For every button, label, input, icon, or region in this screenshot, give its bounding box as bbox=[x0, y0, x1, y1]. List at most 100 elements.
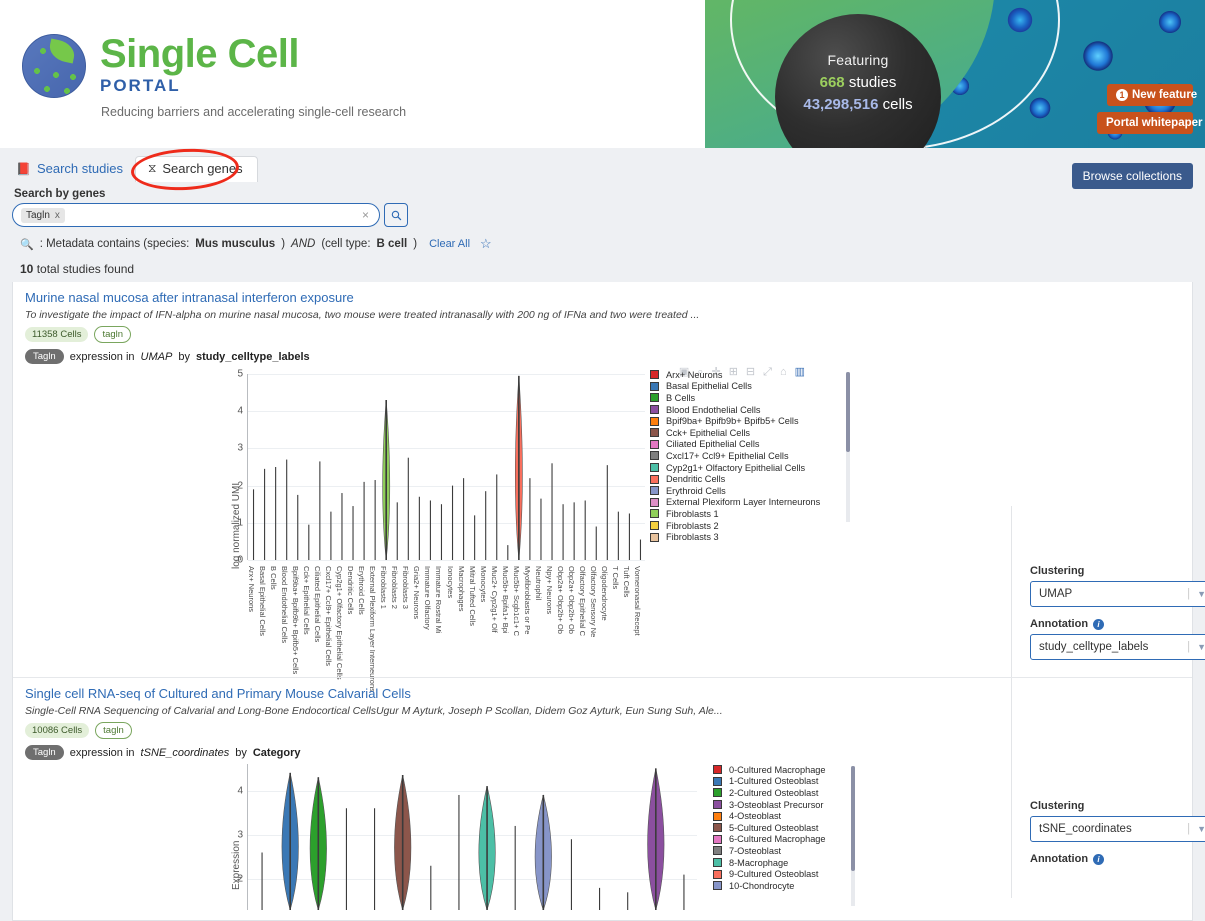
legend-item[interactable]: Bpif9ba+ Bpifb9b+ Bpifb5+ Cells bbox=[650, 415, 850, 427]
tab-search-genes[interactable]: ⧖ Search genes bbox=[134, 156, 258, 182]
filter-celltype-prefix: (cell type: bbox=[321, 238, 371, 250]
x-tick-label: Fibroblasts 3 bbox=[401, 566, 411, 609]
cells-count: 43,298,516 bbox=[803, 96, 879, 113]
legend-item[interactable]: Cck+ Epithelial Cells bbox=[650, 427, 850, 439]
gene-chip-remove-icon[interactable]: x bbox=[55, 210, 60, 221]
browse-collections-button[interactable]: Browse collections bbox=[1071, 163, 1193, 189]
legend-item[interactable]: Fibroblasts 3 bbox=[650, 531, 850, 543]
legend-label: 2-Cultured Osteoblast bbox=[729, 787, 819, 798]
plot1-legend-scroll-thumb[interactable] bbox=[846, 372, 850, 452]
tab-search-genes-label: Search genes bbox=[162, 161, 243, 176]
legend-item[interactable]: Fibroblasts 2 bbox=[650, 520, 850, 532]
legend-label: External Plexiform Layer Interneurons bbox=[666, 497, 821, 508]
new-feature-button[interactable]: 1 New feature bbox=[1107, 84, 1197, 107]
study-title[interactable]: Murine nasal mucosa after intranasal int… bbox=[25, 290, 1180, 305]
hero-banner: Single Cell PORTAL Reducing barriers and… bbox=[0, 0, 1205, 148]
info-icon[interactable]: i bbox=[1093, 853, 1105, 865]
star-outline-icon[interactable]: ☆ bbox=[480, 236, 492, 252]
legend-label: Ciliated Epithelial Cells bbox=[666, 439, 760, 450]
x-tick-label: Olfactory Sensory Ne bbox=[589, 566, 599, 638]
legend-item[interactable]: 6-Cultured Macrophage bbox=[713, 834, 913, 846]
submit-search-button[interactable] bbox=[384, 203, 408, 227]
legend-label: Basal Epithelial Cells bbox=[666, 381, 752, 392]
annotation-value: study_celltype_labels bbox=[1039, 641, 1149, 653]
legend-item[interactable]: 2-Cultured Osteoblast bbox=[713, 787, 913, 799]
clustering-select[interactable]: tSNE_coordinates | ▼ bbox=[1030, 816, 1205, 842]
portal-whitepaper-button[interactable]: Portal whitepaper bbox=[1097, 112, 1203, 135]
x-tick-label: Muc5b+ Bpifa1+ Bpi bbox=[500, 566, 510, 634]
legend-label: 0-Cultured Macrophage bbox=[729, 764, 826, 775]
search-row: Tagln x × bbox=[12, 203, 1193, 227]
legend-item[interactable]: 7-Osteoblast bbox=[713, 845, 913, 857]
results-count-label: total studies found bbox=[36, 262, 135, 276]
clustering-select[interactable]: UMAP | ▼ bbox=[1030, 581, 1205, 607]
legend-item[interactable]: External Plexiform Layer Interneurons bbox=[650, 497, 850, 509]
legend-item[interactable]: 8-Macrophage bbox=[713, 857, 913, 869]
legend-label: 10-Chondrocyte bbox=[729, 880, 795, 891]
legend-label: Blood Endothelial Cells bbox=[666, 404, 761, 415]
legend-item[interactable]: Cxcl17+ Ccl9+ Epithelial Cells bbox=[650, 450, 850, 462]
clear-all-button[interactable]: Clear All bbox=[429, 238, 470, 250]
legend-item[interactable]: Blood Endothelial Cells bbox=[650, 404, 850, 416]
chevron-down-icon: ▼ bbox=[1197, 642, 1205, 652]
legend-item[interactable]: 10-Chondrocyte bbox=[713, 880, 913, 892]
tab-search-studies[interactable]: 📕 Search studies bbox=[12, 157, 135, 182]
gene-chip-label: Tagln bbox=[26, 209, 50, 221]
x-tick-label: Immature Olfactory bbox=[423, 566, 433, 630]
legend-label: Cyp2g1+ Olfactory Epithelial Cells bbox=[666, 462, 806, 473]
filter-search-icon: 🔍 bbox=[20, 238, 34, 251]
legend-color-swatch bbox=[650, 486, 659, 496]
gene-chip[interactable]: Tagln x bbox=[21, 207, 65, 223]
x-tick-label: Basal Epithelial Cells bbox=[257, 566, 267, 637]
search-by-genes-label: Search by genes bbox=[14, 188, 106, 200]
filter-paren-1: ) bbox=[281, 238, 286, 250]
annotation-label: Annotation i bbox=[1030, 618, 1205, 630]
study-description: To investigate the impact of IFN-alpha o… bbox=[25, 309, 700, 321]
annotation-label: Annotation i bbox=[1030, 853, 1205, 865]
info-icon[interactable]: i bbox=[1093, 618, 1105, 630]
legend-item[interactable]: B Cells bbox=[650, 392, 850, 404]
legend-color-swatch bbox=[713, 788, 722, 798]
legend-label: Erythroid Cells bbox=[666, 485, 726, 496]
legend-item[interactable]: Dendritic Cells bbox=[650, 473, 850, 485]
x-tick-label: Fibroblasts 1 bbox=[379, 566, 389, 609]
legend-item[interactable]: Ciliated Epithelial Cells bbox=[650, 439, 850, 451]
legend-item[interactable]: Arx+ Neurons bbox=[650, 369, 850, 381]
site-logo[interactable]: Single Cell PORTAL Reducing barriers and… bbox=[22, 34, 406, 119]
x-tick-label: Erythroid Cells bbox=[357, 566, 367, 615]
legend-label: Cxcl17+ Ccl9+ Epithelial Cells bbox=[666, 450, 789, 461]
legend-item[interactable]: 5-Cultured Osteoblast bbox=[713, 822, 913, 834]
legend-item[interactable]: Erythroid Cells bbox=[650, 485, 850, 497]
annotation-select[interactable]: study_celltype_labels | ▼ bbox=[1030, 634, 1205, 660]
gene-search-input[interactable]: Tagln x × bbox=[12, 203, 380, 227]
legend-color-swatch bbox=[713, 765, 722, 775]
plot2-legend-scroll-thumb[interactable] bbox=[851, 766, 855, 871]
legend-item[interactable]: 9-Cultured Osteoblast bbox=[713, 868, 913, 880]
legend-item[interactable]: 3-Osteoblast Precursor bbox=[713, 799, 913, 811]
y-tick-label: 3 bbox=[237, 442, 243, 454]
gene-match-badge: tagln bbox=[94, 326, 132, 343]
legend-item[interactable]: 1-Cultured Osteoblast bbox=[713, 776, 913, 788]
dna-icon: ⧖ bbox=[147, 161, 157, 175]
legend-item[interactable]: Cyp2g1+ Olfactory Epithelial Cells bbox=[650, 462, 850, 474]
y-tick-label: 4 bbox=[237, 405, 243, 417]
logo-title: Single Cell bbox=[100, 32, 300, 76]
legend-item[interactable]: Basal Epithelial Cells bbox=[650, 381, 850, 393]
study-card: Single cell RNA-seq of Cultured and Prim… bbox=[13, 677, 1205, 920]
study-title[interactable]: Single cell RNA-seq of Cultured and Prim… bbox=[25, 686, 1180, 701]
x-tick-label: Neutrophil bbox=[533, 566, 543, 601]
studies-stat: 668 studies bbox=[775, 74, 941, 91]
clear-input-icon[interactable]: × bbox=[362, 208, 369, 222]
cells-word: cells bbox=[882, 96, 913, 113]
legend-color-swatch bbox=[650, 405, 659, 415]
legend-item[interactable]: 0-Cultured Macrophage bbox=[713, 764, 913, 776]
y-tick-label: 2 bbox=[237, 480, 243, 492]
legend-item[interactable]: 4-Osteoblast bbox=[713, 810, 913, 822]
new-feature-badge: 1 bbox=[1116, 89, 1128, 101]
x-tick-label: Immature Rostral Mi bbox=[434, 566, 444, 634]
x-tick-label: Cyp2g1+ Olfactory Epithelial Cells bbox=[334, 566, 344, 680]
plot1-legend: Arx+ Neurons Basal Epithelial Cells B Cell… bbox=[650, 369, 850, 559]
legend-color-swatch bbox=[650, 416, 659, 426]
x-tick-label: Arx+ Neurons bbox=[246, 566, 256, 613]
legend-item[interactable]: Fibroblasts 1 bbox=[650, 508, 850, 520]
